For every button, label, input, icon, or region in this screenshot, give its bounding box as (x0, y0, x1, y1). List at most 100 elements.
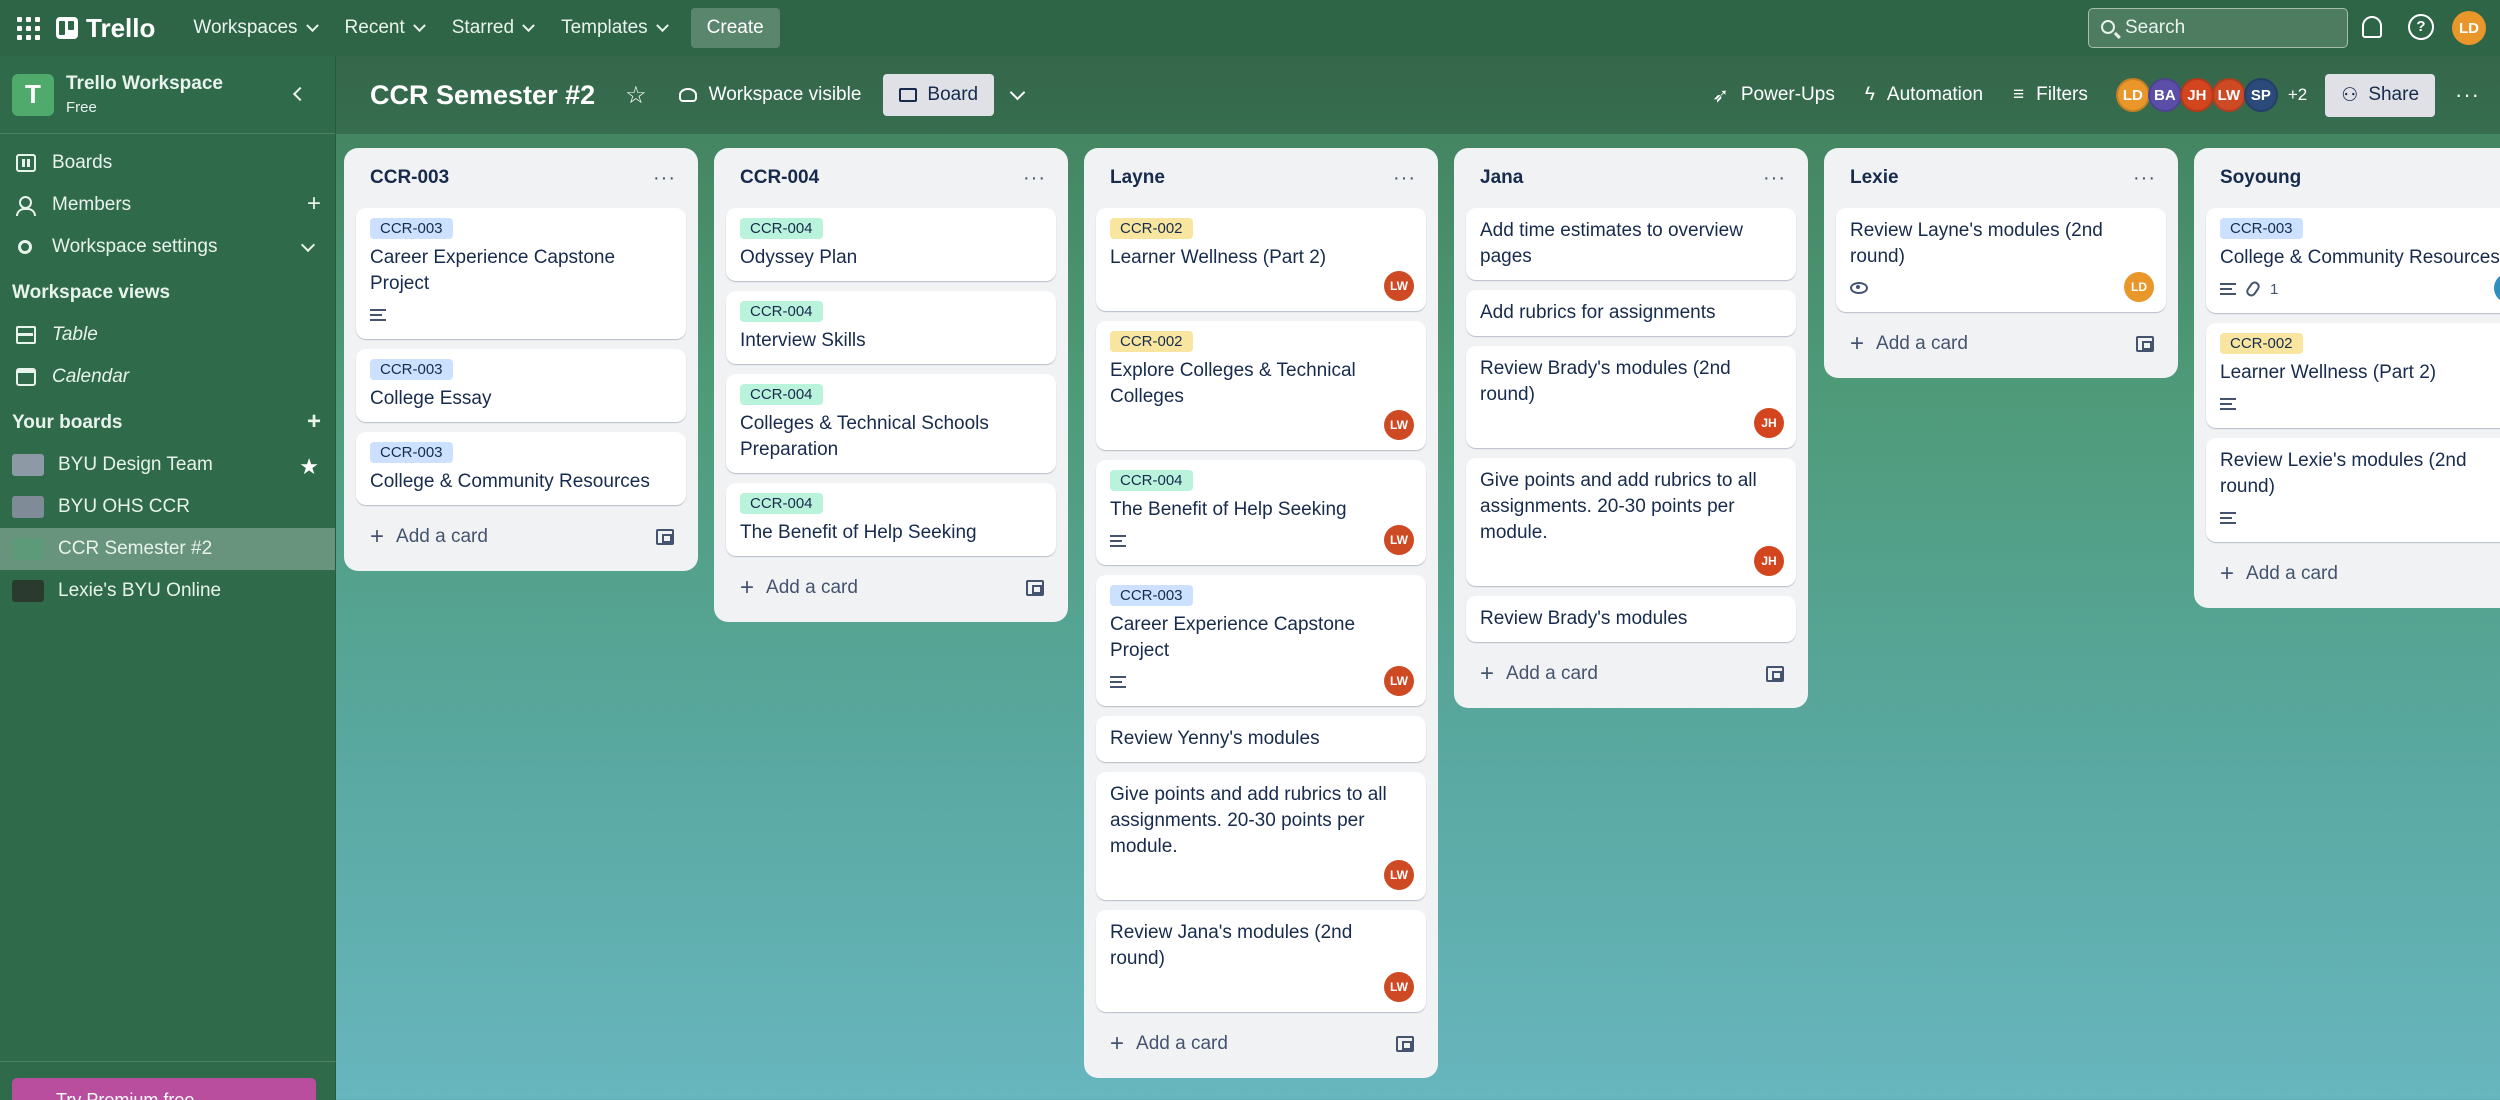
member-avatar[interactable]: LD (2115, 78, 2150, 112)
member-avatar[interactable]: BA (2147, 78, 2182, 112)
list-menu-icon[interactable]: ··· (653, 167, 676, 190)
card[interactable]: Add rubrics for assignments (1466, 290, 1796, 336)
card[interactable]: CCR-004 Interview Skills (726, 291, 1056, 364)
list-title[interactable]: CCR-003 (370, 167, 449, 189)
sidebar-item-calendar[interactable]: Calendar (0, 356, 335, 398)
sidebar-item-workspace-settings[interactable]: Workspace settings (0, 226, 335, 268)
collapse-sidebar-icon[interactable] (292, 86, 308, 102)
notifications-bell-icon[interactable] (2362, 16, 2382, 38)
app-switcher-icon[interactable] (14, 14, 42, 42)
card[interactable]: Give points and add rubrics to all assig… (1466, 458, 1796, 586)
sidebar-board-byu-design-team[interactable]: BYU Design Team ★ (0, 444, 335, 486)
workspace-name[interactable]: Trello Workspace (66, 73, 223, 95)
card[interactable]: Review Jana's modules (2nd round) LW (1096, 910, 1426, 1012)
card-template-icon[interactable] (656, 529, 674, 545)
card-label[interactable]: CCR-004 (740, 218, 823, 239)
list-title[interactable]: CCR-004 (740, 167, 819, 189)
card[interactable]: Review Yenny's modules (1096, 716, 1426, 762)
list-header[interactable]: Jana ··· (1466, 148, 1796, 208)
card-member-avatar[interactable]: LW (1384, 525, 1414, 555)
card-member-avatar[interactable]: LW (1384, 271, 1414, 301)
card[interactable]: CCR-004 Colleges & Technical Schools Prep… (726, 374, 1056, 473)
share-button[interactable]: ⚇ Share (2325, 73, 2436, 117)
card[interactable]: CCR-004 The Benefit of Help Seeking LW (1096, 460, 1426, 565)
sidebar-board-ccr-semester-2[interactable]: CCR Semester #2 (0, 528, 335, 570)
card-label[interactable]: CCR-003 (2220, 218, 2303, 239)
add-board-icon[interactable]: + (307, 410, 321, 434)
card[interactable]: CCR-004 The Benefit of Help Seeking (726, 483, 1056, 556)
list-header[interactable]: Soyoung··· (2206, 148, 2500, 208)
sidebar-board-byu-ohs-ccr[interactable]: BYU OHS CCR (0, 486, 335, 528)
card[interactable]: CCR-002 Learner Wellness (Part 2) (2206, 323, 2500, 428)
card[interactable]: Review Brady's modules (1466, 596, 1796, 642)
add-card-button[interactable]: + Add a card (1466, 652, 1796, 696)
sidebar-board-lexies-byu-online[interactable]: Lexie's BYU Online (0, 570, 335, 612)
card-member-avatar[interactable]: LW (1384, 972, 1414, 1002)
list-header[interactable]: Lexie ··· (1836, 148, 2166, 208)
visibility-button[interactable]: Workspace visible (678, 84, 861, 106)
account-avatar[interactable]: LD (2452, 11, 2486, 45)
list-title[interactable]: Layne (1110, 167, 1165, 189)
sidebar-item-boards[interactable]: Boards (0, 142, 335, 184)
more-members-count[interactable]: +2 (2288, 85, 2307, 105)
card-label[interactable]: CCR-004 (1110, 470, 1193, 491)
create-button[interactable]: Create (690, 8, 780, 48)
card-label[interactable]: CCR-002 (2220, 333, 2303, 354)
list-menu-icon[interactable]: ··· (1763, 167, 1786, 190)
card-template-icon[interactable] (1766, 666, 1784, 682)
help-icon[interactable]: ? (2408, 14, 2434, 40)
list-title[interactable]: Jana (1480, 167, 1523, 189)
card[interactable]: CCR-003College & Community Resources1Y (2206, 208, 2500, 313)
workspaces-menu[interactable]: Workspaces (179, 9, 330, 47)
member-avatar[interactable]: JH (2179, 78, 2214, 112)
list-title[interactable]: Lexie (1850, 167, 1899, 189)
card-label[interactable]: CCR-003 (370, 218, 453, 239)
add-member-icon[interactable]: + (307, 192, 321, 216)
list-header[interactable]: Layne ··· (1096, 148, 1426, 208)
card[interactable]: CCR-003 College & Community Resources (356, 432, 686, 505)
board-menu-icon[interactable]: ··· (2455, 82, 2480, 108)
board-view-button[interactable]: Board (883, 74, 995, 116)
card[interactable]: Review Brady's modules (2nd round) JH (1466, 346, 1796, 448)
list-menu-icon[interactable]: ··· (1023, 167, 1046, 190)
list-title[interactable]: Soyoung (2220, 167, 2301, 189)
star-icon[interactable]: ★ (299, 454, 319, 480)
card-label[interactable]: CCR-002 (1110, 331, 1193, 352)
card-member-avatar[interactable]: JH (1754, 546, 1784, 576)
templates-menu[interactable]: Templates (547, 9, 681, 47)
recent-menu[interactable]: Recent (331, 9, 438, 47)
card-label[interactable]: CCR-003 (370, 359, 453, 380)
card[interactable]: Review Layne's modules (2nd round) LD (1836, 208, 2166, 312)
starred-menu[interactable]: Starred (438, 9, 547, 47)
star-board-icon[interactable]: ☆ (625, 81, 647, 110)
card[interactable]: CCR-003 Career Experience Capstone Projec… (356, 208, 686, 339)
card-label[interactable]: CCR-004 (740, 384, 823, 405)
card-label[interactable]: CCR-003 (370, 442, 453, 463)
card[interactable]: CCR-002 Explore Colleges & Technical Coll… (1096, 321, 1426, 450)
add-card-button[interactable]: + Add a card (356, 515, 686, 559)
card-template-icon[interactable] (1026, 580, 1044, 596)
add-card-button[interactable]: + Add a card (1836, 322, 2166, 366)
card-label[interactable]: CCR-002 (1110, 218, 1193, 239)
card-member-avatar[interactable]: LW (1384, 410, 1414, 440)
list-header[interactable]: CCR-003 ··· (356, 148, 686, 208)
card-member-avatar[interactable]: LW (1384, 860, 1414, 890)
card-label[interactable]: CCR-004 (740, 301, 823, 322)
search-input[interactable]: Search (2088, 8, 2348, 48)
card-label[interactable]: CCR-003 (1110, 585, 1193, 606)
chevron-down-icon[interactable] (1009, 84, 1026, 100)
list-header[interactable]: CCR-004 ··· (726, 148, 1056, 208)
member-avatar[interactable]: LW (2211, 78, 2246, 112)
member-avatar[interactable]: SP (2243, 78, 2278, 112)
card-member-avatar[interactable]: LW (1384, 666, 1414, 696)
board-title[interactable]: CCR Semester #2 (370, 80, 595, 111)
card[interactable]: CCR-002 Learner Wellness (Part 2) LW (1096, 208, 1426, 311)
filters-button[interactable]: ≡ Filters (2013, 84, 2088, 106)
chevron-down-icon[interactable] (300, 237, 316, 253)
add-card-button[interactable]: + Add a card (1096, 1022, 1426, 1066)
trello-logo[interactable]: Trello (56, 13, 155, 44)
card[interactable]: Add time estimates to overview pages (1466, 208, 1796, 280)
sidebar-item-table[interactable]: Table (0, 314, 335, 356)
automation-button[interactable]: ϟ Automation (1865, 84, 1983, 106)
card[interactable]: CCR-003 Career Experience Capstone Projec… (1096, 575, 1426, 706)
